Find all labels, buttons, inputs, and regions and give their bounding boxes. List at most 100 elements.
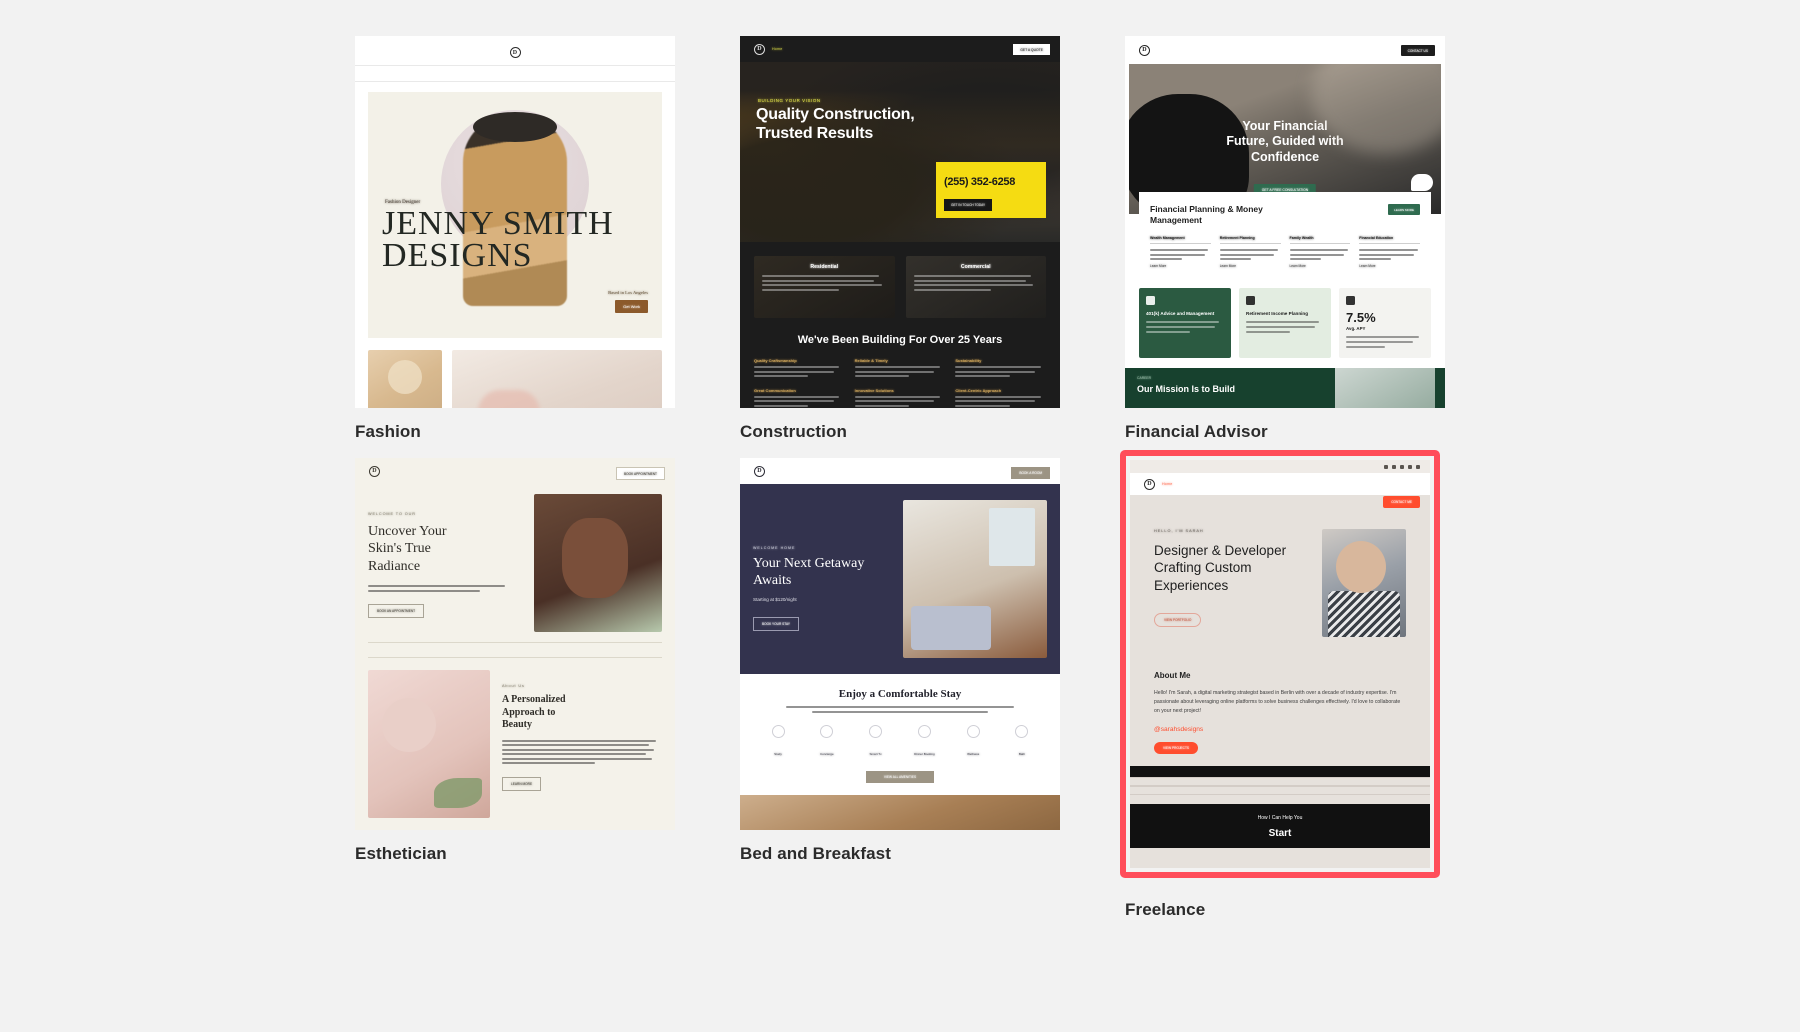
nav-cart[interactable]: 0 Items <box>573 67 586 71</box>
about-projects-button[interactable]: VIEW PROJECTS <box>1154 741 1199 754</box>
template-card-financial-advisor[interactable]: D Home About Person Services Resources B… <box>1125 36 1445 408</box>
nav-contact-button[interactable]: CONTACT ME <box>1383 496 1420 508</box>
amenity-item[interactable]: Concierge <box>807 724 847 760</box>
nav-item-shop[interactable]: Shop <box>846 469 855 473</box>
nav-item-shop[interactable]: Shop <box>521 67 530 71</box>
highlight-card-401k[interactable]: 401(k) Advice and Management LEARN MORE <box>1139 288 1231 359</box>
nav-item-about[interactable]: About <box>404 469 414 473</box>
hero-cta-button[interactable]: BOOK AN APPOINTMENT <box>368 604 425 619</box>
logo-icon: D <box>754 465 765 477</box>
column-link[interactable]: Learn More <box>1290 264 1351 268</box>
column-link[interactable]: Learn More <box>1150 264 1211 268</box>
nav-item-contact[interactable]: Contact <box>877 469 891 473</box>
youtube-icon[interactable] <box>1416 464 1420 469</box>
nav-item-resources[interactable]: Resources <box>1234 48 1253 52</box>
nav-item-careers[interactable]: Careers <box>1296 48 1310 52</box>
amenity-item[interactable]: Dinner Booking <box>904 724 944 760</box>
service-column: Family Wealth Learn More <box>1289 236 1351 268</box>
nav-item-about[interactable]: About <box>462 67 472 71</box>
nav-item-services[interactable]: Services <box>1238 482 1253 486</box>
nav-contact-button[interactable]: CONTACT US <box>1400 45 1435 56</box>
nav-item-blog[interactable]: Blog <box>537 67 545 71</box>
highlight-card-apy[interactable]: 7.5% Avg. APY <box>1339 288 1431 359</box>
nav-item-shop[interactable]: Shop <box>827 47 836 51</box>
nav-book-room-button[interactable]: BOOK A ROOM <box>1011 467 1050 479</box>
announcement-text: FOR WITH SOME for freelance 10 OFFER <box>1233 464 1291 469</box>
linkedin-icon[interactable] <box>1408 464 1412 469</box>
highlight-card-retirement[interactable]: Retirement Income Planning LEARN MORE <box>1239 288 1331 359</box>
social-handle[interactable]: @sarahsdesigns <box>1154 726 1406 733</box>
panel-learn-more-button[interactable]: LEARN MORE <box>1388 204 1420 215</box>
nav-item-services[interactable]: Services <box>1211 48 1226 52</box>
amenity-item[interactable]: Bath <box>1002 724 1042 760</box>
nav-item-home[interactable]: Home <box>772 47 782 51</box>
nav-item-rooms[interactable]: Rooms <box>807 469 819 473</box>
highlight-card-link[interactable]: LEARN MORE <box>1146 339 1224 343</box>
nav-item-blog[interactable]: Blog <box>1260 48 1268 52</box>
chat-bubble-icon[interactable] <box>1411 174 1433 191</box>
instagram-icon[interactable] <box>1400 464 1404 469</box>
nav-item-blog[interactable]: Blog <box>862 469 870 473</box>
nav-item-portfolio[interactable]: Portfolio <box>1197 482 1212 486</box>
nav-quote-button[interactable]: GET A QUOTE <box>1013 44 1050 55</box>
stat-label: Avg. APY <box>1346 326 1366 332</box>
nav-item-services[interactable]: Services <box>442 469 457 473</box>
nav-item-shop[interactable]: Shop <box>1261 482 1270 486</box>
column-link[interactable]: Learn More <box>1359 264 1420 268</box>
nav-item-contact[interactable]: Contact <box>496 469 510 473</box>
quote-phone[interactable]: (255) 352-6258 <box>944 176 1038 188</box>
nav-item-contact[interactable]: Contact <box>858 47 872 51</box>
template-card-fashion[interactable]: D Home About Portfolio Project Shop Blog… <box>355 36 675 408</box>
nav-item-about[interactable]: About <box>789 47 799 51</box>
hero-cta-button[interactable]: BOOK YOUR STAY <box>753 616 799 631</box>
nav-item-contact[interactable]: Contact <box>552 67 566 71</box>
nav-item-blog[interactable]: Blog <box>843 47 851 51</box>
nav-item-about[interactable]: About <box>789 469 799 473</box>
template-card-bed-and-breakfast[interactable]: D Home About Rooms Pricing Shop Blog Con… <box>740 458 1060 830</box>
hero-cta-button[interactable]: Get Work <box>615 300 648 313</box>
nav-book-button[interactable]: BOOK APPOINTMENT <box>616 467 665 480</box>
hero-text: HELLO, I'M SARAH Designer & Developer Cr… <box>1154 529 1308 637</box>
hero-title: JENNY SMITH DESIGNS <box>382 206 650 273</box>
nav-item-home[interactable]: Home <box>1162 482 1172 486</box>
nav-cart[interactable]: 0 Items <box>898 469 911 473</box>
nav-item-home[interactable]: Home <box>387 469 397 473</box>
nav-item-blog[interactable]: Blog <box>1277 482 1285 486</box>
nav-item-portfolio[interactable]: Portfolio <box>479 67 494 71</box>
view-all-amenities-button[interactable]: VIEW ALL AMENITIES <box>866 770 934 783</box>
nav-item-shop[interactable]: Shop <box>465 469 474 473</box>
template-card-construction[interactable]: D Home About Service Shop Blog Contact 0… <box>740 36 1060 408</box>
nav-item-home[interactable]: Home <box>444 67 454 71</box>
service-card-residential[interactable]: Residential <box>754 256 895 318</box>
nav-item-about[interactable]: About <box>1179 482 1189 486</box>
amenity-item[interactable]: Wellness <box>953 724 993 760</box>
highlight-cards: 401(k) Advice and Management LEARN MORE … <box>1125 278 1445 359</box>
nav-item-home[interactable]: Home <box>772 469 782 473</box>
about-cta-button[interactable]: LEARN MORE <box>502 777 542 792</box>
nav-cart[interactable]: 0 Items <box>879 47 892 51</box>
nav-item-pricing[interactable]: Pricing <box>826 469 838 473</box>
amenity-item[interactable]: Smart Tv <box>856 724 896 760</box>
nav-item-person[interactable]: Person <box>1192 48 1205 52</box>
template-card-esthetician[interactable]: D Home About Women Services Shop Blog Co… <box>355 458 675 830</box>
nav-item-home[interactable]: Home <box>1157 48 1167 52</box>
facebook-icon[interactable] <box>1384 464 1388 469</box>
nav-item-about[interactable]: About <box>1174 48 1184 52</box>
highlight-card-link[interactable]: LEARN MORE <box>1246 339 1324 343</box>
nav-item-project[interactable]: Project <box>1219 482 1232 486</box>
nav-item-blog[interactable]: Blog <box>481 469 489 473</box>
feature-title: Innovative Solutions <box>854 387 894 393</box>
service-card-commercial[interactable]: Commercial <box>905 256 1046 318</box>
nav-item-women[interactable]: Women <box>422 469 435 473</box>
nav-item-contact[interactable]: Contact <box>1275 48 1289 52</box>
nav-item-service[interactable]: Service <box>807 47 820 51</box>
quote-cta-button[interactable]: GET IN TOUCH TODAY <box>944 199 993 211</box>
nav-item-contact[interactable]: Contact <box>1292 482 1306 486</box>
nav-item-project[interactable]: Project <box>501 67 514 71</box>
template-card-freelance[interactable]: FOR WITH SOME for freelance 10 OFFER D H… <box>1120 450 1440 878</box>
amenity-item[interactable]: Study <box>758 724 798 760</box>
hero-portfolio-button[interactable]: VIEW PORTFOLIO <box>1154 612 1202 627</box>
feature-image-1 <box>368 350 442 408</box>
column-link[interactable]: Learn More <box>1220 264 1281 268</box>
twitter-icon[interactable] <box>1392 464 1396 469</box>
